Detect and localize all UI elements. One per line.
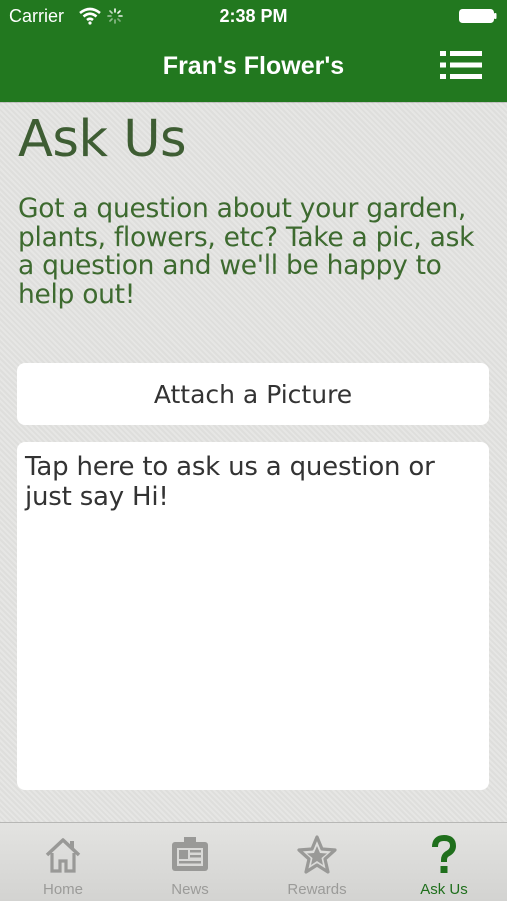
menu-button[interactable]: [438, 48, 484, 82]
tab-label: Home: [42, 881, 83, 898]
tab-ask-us[interactable]: Ask Us: [381, 823, 507, 901]
tab-label: Rewards: [287, 881, 347, 898]
tab-news[interactable]: News: [127, 823, 253, 901]
newspaper-icon: [172, 837, 208, 871]
tab-label: Ask Us: [420, 881, 468, 898]
app-title: Fran's Flower's: [162, 52, 345, 80]
attach-picture-button[interactable]: Attach a Picture: [17, 363, 489, 425]
tab-rewards[interactable]: Rewards: [254, 823, 380, 901]
status-clock: 2:38 PM: [219, 6, 288, 26]
tab-label: News: [171, 881, 209, 898]
battery-icon: [459, 9, 497, 23]
star-icon: [297, 835, 337, 874]
home-icon: [45, 838, 81, 873]
tab-bar: Home News Rewards Ask Us: [0, 822, 507, 901]
tab-home[interactable]: Home: [0, 823, 126, 901]
status-bar: Carrier 2:38 PM: [0, 0, 507, 32]
intro-text: Got a question about your garden, plants…: [18, 193, 475, 310]
question-input[interactable]: Tap here to ask us a question or just sa…: [17, 442, 489, 790]
list-menu-icon: [440, 51, 482, 79]
navigation-header: Carrier 2:38 PM Fran's Flower's: [0, 0, 507, 102]
page-title: Ask Us: [18, 110, 187, 169]
question-mark-icon: [432, 835, 457, 873]
